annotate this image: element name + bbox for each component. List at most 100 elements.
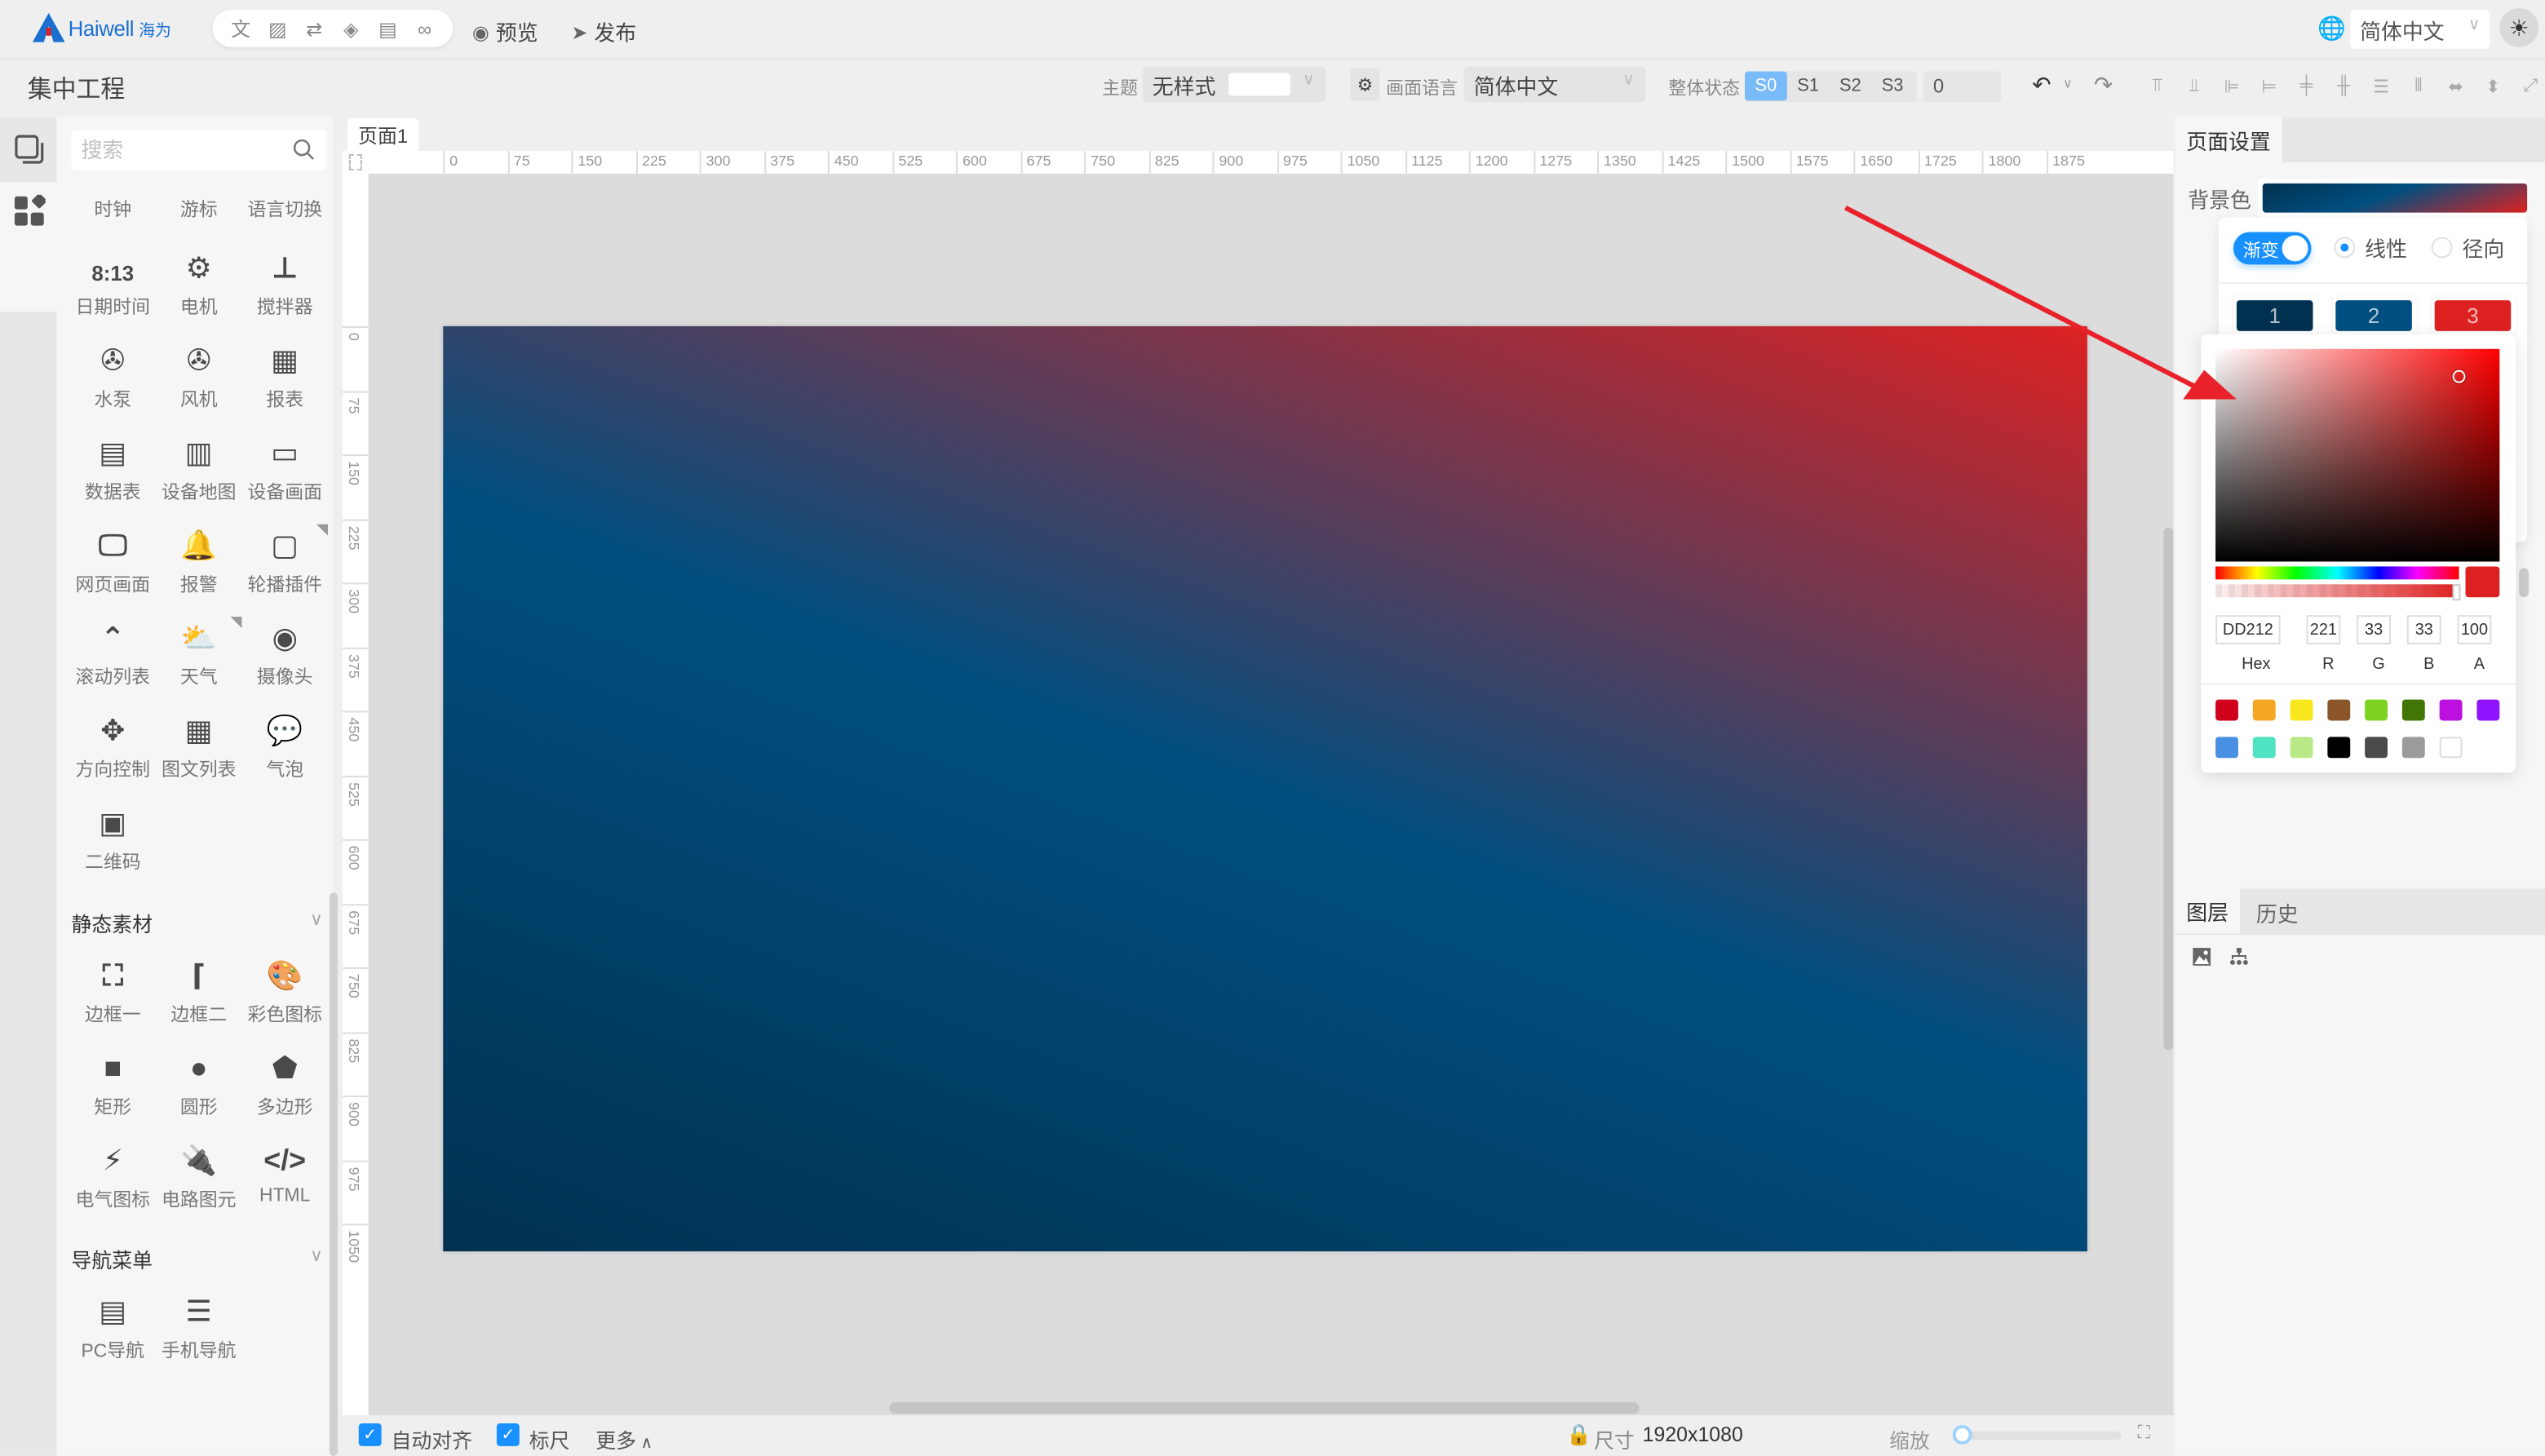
red-input[interactable]: 221: [2306, 615, 2341, 644]
state-s3-button[interactable]: S3: [1871, 72, 1914, 101]
component-polygon[interactable]: ⬟ 多边形: [241, 1047, 327, 1120]
document-icon[interactable]: ▤: [375, 17, 401, 40]
component-cursor[interactable]: 游标: [156, 197, 241, 223]
undo-history-chevron-icon[interactable]: ∨: [2063, 77, 2073, 91]
preset-color-swatch[interactable]: [2401, 699, 2425, 721]
component-direction-control[interactable]: ✥ 方向控制: [70, 710, 156, 783]
undo-icon[interactable]: ↶: [2032, 72, 2051, 100]
preset-color-swatch[interactable]: [2215, 737, 2238, 759]
gradient-toggle[interactable]: 渐变: [2233, 232, 2312, 265]
component-language-switch[interactable]: 语言切换: [241, 197, 327, 223]
component-mobile-nav[interactable]: ☰ 手机导航: [156, 1290, 241, 1364]
gradient-stop-2[interactable]: 2: [2332, 295, 2417, 334]
color-cursor[interactable]: [2452, 370, 2466, 383]
component-datetime[interactable]: 8:13 日期时间: [70, 246, 156, 320]
preset-color-swatch[interactable]: [2401, 737, 2425, 759]
component-pc-nav[interactable]: ▤ PC导航: [70, 1290, 156, 1364]
component-report[interactable]: ▦ 报表: [241, 339, 327, 413]
library-scrollbar[interactable]: [329, 892, 338, 1456]
component-camera[interactable]: ◉ 摄像头: [241, 617, 327, 690]
tab-history[interactable]: 历史: [2256, 897, 2299, 928]
preset-color-swatch[interactable]: [2439, 737, 2463, 759]
blue-input[interactable]: 33: [2406, 615, 2441, 644]
section-nav-menu[interactable]: 导航菜单: [72, 1243, 153, 1274]
align-left-icon[interactable]: ⊫: [2220, 75, 2243, 98]
preset-color-swatch[interactable]: [2365, 737, 2388, 759]
alpha-input[interactable]: 100: [2457, 615, 2492, 644]
component-qrcode[interactable]: ▣ 二维码: [70, 802, 156, 875]
component-pump[interactable]: ✇ 水泵: [70, 339, 156, 413]
preset-color-swatch[interactable]: [2365, 699, 2388, 721]
link-icon[interactable]: ∞: [412, 17, 438, 40]
green-input[interactable]: 33: [2357, 615, 2391, 644]
preset-color-swatch[interactable]: [2252, 699, 2276, 721]
translate-icon[interactable]: 文: [228, 15, 254, 42]
component-border-one[interactable]: ⛶ 边框一: [70, 954, 156, 1028]
preset-color-swatch[interactable]: [2439, 699, 2463, 721]
component-scroll-list[interactable]: ⌃ 滚动列表: [70, 617, 156, 690]
preset-color-swatch[interactable]: [2290, 737, 2313, 759]
preset-color-swatch[interactable]: [2476, 699, 2500, 721]
component-motor[interactable]: ⚙ 电机: [156, 246, 241, 320]
page-canvas[interactable]: [443, 325, 2087, 1252]
preset-color-swatch[interactable]: [2290, 699, 2313, 721]
layers-icon[interactable]: ◈: [338, 17, 364, 40]
redo-icon[interactable]: ↷: [2094, 72, 2113, 100]
fit-screen-icon[interactable]: ⛶: [2138, 1423, 2150, 1445]
alpha-slider-thumb[interactable]: [2452, 584, 2461, 601]
preset-color-swatch[interactable]: [2215, 699, 2238, 721]
component-search-input[interactable]: 搜索: [71, 130, 326, 170]
tab-layers[interactable]: 图层: [2175, 887, 2240, 934]
ui-language-select[interactable]: 简体中文 ∨: [2350, 9, 2490, 49]
align-top-icon[interactable]: ⫪: [2146, 75, 2169, 98]
hex-input[interactable]: DD212: [2215, 615, 2281, 644]
background-gradient-preview[interactable]: [2262, 183, 2528, 213]
component-web-page[interactable]: 🖵 网页画面: [70, 524, 156, 598]
gear-icon[interactable]: ⚙: [1350, 68, 1380, 101]
component-rectangle[interactable]: ■ 矩形: [70, 1047, 156, 1120]
state-value-input[interactable]: 0: [1923, 71, 2002, 103]
component-circuit-plug[interactable]: 🔌 电路图元: [156, 1140, 241, 1213]
component-border-two[interactable]: ⌈ 边框二: [156, 954, 241, 1028]
component-electrical[interactable]: ⚡ 电气图标: [70, 1140, 156, 1213]
component-clock[interactable]: 时钟: [70, 197, 156, 223]
component-circle[interactable]: ● 圆形: [156, 1047, 241, 1120]
chevron-down-icon[interactable]: ∨: [310, 909, 323, 930]
align-right-icon[interactable]: ⊨: [2258, 75, 2281, 98]
pages-tab[interactable]: [0, 117, 57, 182]
component-alarm-bell[interactable]: 🔔 报警: [156, 524, 241, 598]
match-size-icon[interactable]: ⤢: [2519, 75, 2542, 98]
alpha-slider[interactable]: [2215, 584, 2459, 598]
component-weather[interactable]: ⛅ 天气: [156, 617, 242, 690]
gradient-stop-3[interactable]: 3: [2431, 295, 2516, 334]
preset-color-swatch[interactable]: [2327, 737, 2351, 759]
theme-toggle-button[interactable]: ☀: [2499, 7, 2539, 47]
ruler-checkbox[interactable]: ✓: [496, 1423, 520, 1446]
image-icon[interactable]: ▨: [264, 17, 290, 40]
screen-language-select[interactable]: 简体中文 ∨: [1463, 66, 1646, 103]
variable-icon[interactable]: ⇄: [301, 17, 327, 40]
align-vertical-center-icon[interactable]: ╫: [2332, 75, 2355, 98]
theme-select[interactable]: 无样式 ∨: [1142, 66, 1326, 103]
state-s2-button[interactable]: S2: [1830, 72, 1872, 101]
zoom-slider-thumb[interactable]: [1952, 1425, 1972, 1445]
preview-button[interactable]: ◉ 预览: [472, 16, 538, 47]
right-panel-scrollbar[interactable]: [2519, 568, 2530, 598]
component-device-screen[interactable]: ▭ 设备画面: [241, 431, 327, 505]
match-width-icon[interactable]: ⬌: [2445, 75, 2468, 98]
linear-radio[interactable]: [2334, 237, 2356, 259]
match-height-icon[interactable]: ⬍: [2481, 75, 2504, 98]
hue-slider[interactable]: [2215, 566, 2459, 580]
preset-color-swatch[interactable]: [2327, 699, 2351, 721]
state-s1-button[interactable]: S1: [1787, 72, 1830, 101]
radial-radio[interactable]: [2431, 237, 2453, 259]
component-html-code[interactable]: </> HTML: [241, 1140, 327, 1206]
chevron-down-icon[interactable]: ∨: [310, 1245, 323, 1266]
canvas-vertical-scrollbar[interactable]: [2163, 527, 2174, 1051]
canvas-horizontal-scrollbar[interactable]: [889, 1402, 1640, 1414]
component-carousel[interactable]: ▢ 轮播插件: [241, 524, 328, 598]
section-static-assets[interactable]: 静态素材: [72, 907, 153, 938]
tab-page-1[interactable]: 页面1: [347, 118, 419, 152]
publish-button[interactable]: ➤ 发布: [571, 16, 636, 47]
state-s0-button[interactable]: S0: [1745, 71, 1787, 101]
